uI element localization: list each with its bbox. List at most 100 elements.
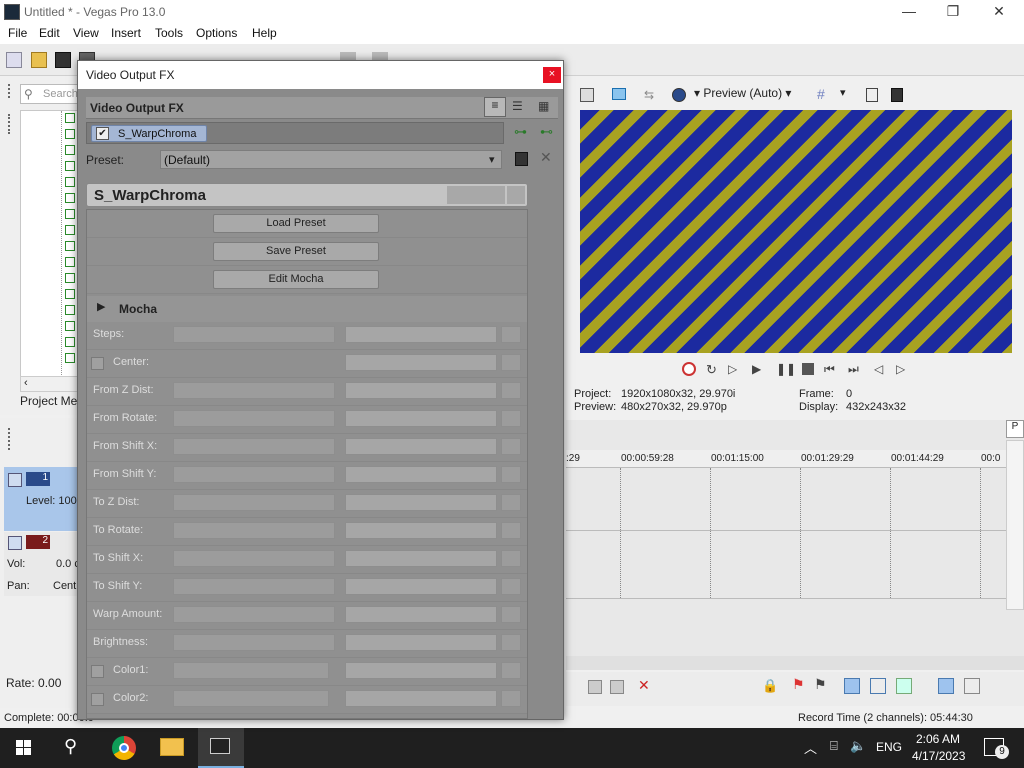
param-value-field[interactable] bbox=[345, 578, 497, 595]
param-keyframe-button[interactable] bbox=[501, 606, 521, 623]
envelope-tool-icon[interactable] bbox=[870, 678, 886, 694]
plugin-header-control-2[interactable] bbox=[507, 186, 525, 204]
dialog-close-button[interactable]: × bbox=[543, 67, 561, 83]
chrome-icon[interactable] bbox=[112, 736, 136, 760]
external-monitor-icon[interactable] bbox=[612, 88, 626, 100]
open-folder-icon[interactable] bbox=[31, 52, 47, 68]
tree-expand-icon[interactable] bbox=[65, 177, 75, 187]
ignore-grouping-icon[interactable] bbox=[964, 678, 980, 694]
mocha-group[interactable]: ▶ Mocha bbox=[87, 296, 527, 322]
network-icon[interactable]: ⌸ bbox=[830, 738, 838, 754]
remove-plugin-icon[interactable]: ⊷ bbox=[540, 124, 553, 140]
video-preview[interactable] bbox=[580, 110, 1012, 353]
search-box[interactable]: ⚲ Search bbox=[20, 84, 78, 104]
loop-icon[interactable]: ↻ bbox=[706, 362, 720, 377]
project-media-tab[interactable]: Project Med bbox=[20, 394, 84, 408]
grid-view-icon[interactable]: ▦ bbox=[538, 99, 549, 113]
param-keyframe-button[interactable] bbox=[501, 382, 521, 399]
param-value-field[interactable] bbox=[345, 494, 497, 511]
preview-quality-dropdown[interactable]: ▾ Preview (Auto) ▾ bbox=[694, 86, 791, 100]
menu-help[interactable]: Help bbox=[252, 26, 277, 40]
tree-expand-icon[interactable] bbox=[65, 353, 75, 363]
timeline-hscroll[interactable] bbox=[566, 656, 1024, 670]
param-value-field[interactable] bbox=[345, 382, 497, 399]
stop-icon[interactable] bbox=[802, 363, 814, 375]
fx-enable-checkbox[interactable]: ✔ bbox=[96, 127, 109, 140]
param-keyframe-button[interactable] bbox=[501, 690, 521, 707]
next-frame-icon[interactable]: ▷ bbox=[896, 362, 910, 376]
grid-icon[interactable]: # bbox=[817, 86, 825, 102]
param-keyframe-button[interactable] bbox=[501, 494, 521, 511]
expand-triangle-icon[interactable]: ▶ bbox=[97, 300, 105, 313]
save-preset-button[interactable]: Save Preset bbox=[213, 242, 379, 261]
param-value-field[interactable] bbox=[345, 662, 497, 679]
tree-expand-icon[interactable] bbox=[65, 193, 75, 203]
list-view-icon[interactable]: ☰ bbox=[512, 99, 523, 113]
tree-expand-icon[interactable] bbox=[65, 273, 75, 283]
maximize-button[interactable]: ❐ bbox=[930, 0, 976, 24]
menu-options[interactable]: Options bbox=[196, 26, 237, 40]
search-icon[interactable]: ⚲ bbox=[64, 736, 77, 757]
tree-expand-icon[interactable] bbox=[65, 209, 75, 219]
clock-date[interactable]: 4/17/2023 bbox=[912, 749, 965, 763]
color2-checkbox[interactable] bbox=[91, 693, 104, 706]
tree-expand-icon[interactable] bbox=[65, 225, 75, 235]
tree-expand-icon[interactable] bbox=[65, 289, 75, 299]
split-screen-icon[interactable]: ⇆ bbox=[644, 88, 658, 102]
param-value-field[interactable] bbox=[345, 690, 497, 707]
grip-handle-2[interactable] bbox=[8, 114, 14, 134]
delete-icon[interactable]: ✕ bbox=[638, 677, 650, 694]
lock-icon[interactable]: 🔒 bbox=[762, 678, 778, 694]
param-keyframe-button[interactable] bbox=[501, 466, 521, 483]
tree-expand-icon[interactable] bbox=[65, 241, 75, 251]
chain-view-icon[interactable]: ≡ bbox=[484, 97, 506, 117]
pause-icon[interactable]: ❚❚ bbox=[776, 362, 796, 376]
grip-handle-3[interactable] bbox=[8, 428, 14, 450]
scroll-left-icon[interactable]: ‹ bbox=[24, 377, 28, 389]
param-slider[interactable] bbox=[173, 438, 335, 455]
plugin-header-control[interactable] bbox=[447, 186, 505, 204]
chevron-down-icon[interactable]: ▾ bbox=[840, 86, 846, 99]
color1-checkbox[interactable] bbox=[91, 665, 104, 678]
param-value-field[interactable] bbox=[345, 522, 497, 539]
param-keyframe-button[interactable] bbox=[501, 354, 521, 371]
menu-edit[interactable]: Edit bbox=[39, 26, 60, 40]
param-value-field[interactable] bbox=[345, 466, 497, 483]
close-button[interactable]: ✕ bbox=[976, 0, 1022, 24]
notification-icon[interactable]: 9 bbox=[984, 738, 1009, 759]
param-value-field[interactable] bbox=[345, 438, 497, 455]
menu-insert[interactable]: Insert bbox=[111, 26, 141, 40]
lock-envelopes-icon[interactable] bbox=[938, 678, 954, 694]
time-ruler[interactable]: :29 00:00:59:28 00:01:15:00 00:01:29:29 … bbox=[566, 450, 1006, 468]
windows-start-icon[interactable] bbox=[16, 740, 32, 756]
load-preset-button[interactable]: Load Preset bbox=[213, 214, 379, 233]
menu-view[interactable]: View bbox=[73, 26, 99, 40]
auto-ripple-icon[interactable] bbox=[896, 678, 912, 694]
param-value-field[interactable] bbox=[345, 634, 497, 651]
go-to-end-icon[interactable]: ⏭ bbox=[848, 362, 862, 376]
tree-expand-icon[interactable] bbox=[65, 305, 75, 315]
tree-expand-icon[interactable] bbox=[65, 161, 75, 171]
audio-track-header[interactable]: 2 Vol: 0.0 c Pan: Cent bbox=[4, 532, 80, 596]
play-from-start-icon[interactable]: ▷ bbox=[728, 362, 742, 376]
param-value-field[interactable] bbox=[345, 550, 497, 567]
tree-expand-icon[interactable] bbox=[65, 113, 75, 123]
param-slider[interactable] bbox=[173, 522, 335, 539]
preview-properties-icon[interactable] bbox=[580, 88, 594, 102]
param-slider[interactable] bbox=[173, 326, 335, 343]
new-project-icon[interactable] bbox=[6, 52, 22, 68]
delete-preset-icon[interactable]: ✕ bbox=[540, 149, 552, 166]
file-explorer-icon[interactable] bbox=[160, 738, 184, 756]
plugin-chain-icon[interactable]: ⊶ bbox=[514, 124, 527, 140]
zoom-tool-icon[interactable] bbox=[610, 680, 624, 694]
fx-chain-item[interactable]: ✔ S_WarpChroma bbox=[91, 125, 207, 142]
grip-handle[interactable] bbox=[8, 84, 14, 98]
param-keyframe-button[interactable] bbox=[501, 662, 521, 679]
param-value-field[interactable] bbox=[345, 606, 497, 623]
param-slider[interactable] bbox=[173, 578, 335, 595]
collapse-icon[interactable] bbox=[8, 473, 22, 487]
param-keyframe-button[interactable] bbox=[501, 550, 521, 567]
color-swatch[interactable] bbox=[173, 690, 329, 707]
video-track-header[interactable]: 1 Level: 100 bbox=[4, 467, 80, 531]
tree-expand-icon[interactable] bbox=[65, 337, 75, 347]
